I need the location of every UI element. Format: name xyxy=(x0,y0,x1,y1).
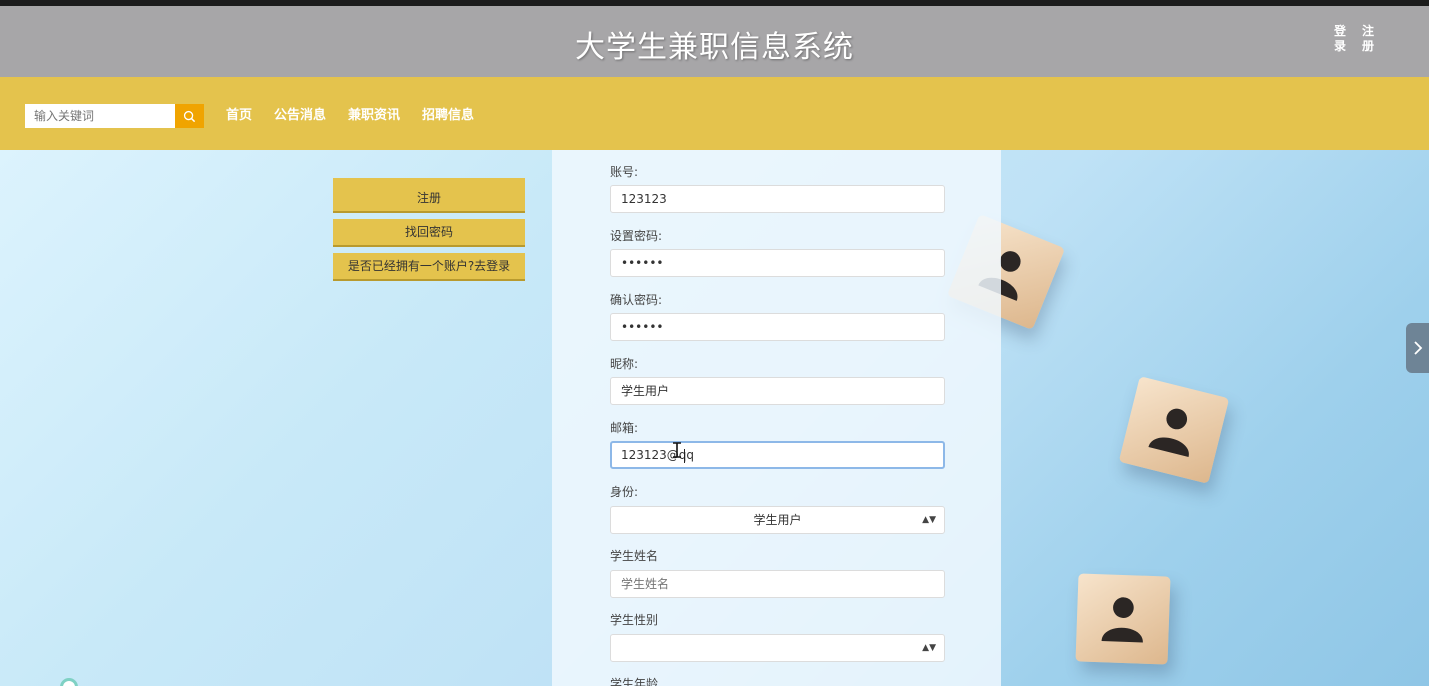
background-cube xyxy=(1118,376,1230,484)
updown-arrow-icon: ▲▼ xyxy=(922,515,936,525)
age-label: 学生年龄 xyxy=(610,677,659,686)
register-link[interactable]: 注册 xyxy=(1362,24,1374,54)
updown-arrow-icon: ▲▼ xyxy=(922,643,936,653)
nickname-label: 昵称: xyxy=(610,357,639,371)
login-link[interactable]: 登录 xyxy=(1334,24,1346,54)
email-input[interactable]: 123123@qq xyxy=(610,441,945,469)
site-header: 大学生兼职信息系统 登录 注册 xyxy=(0,6,1429,77)
register-form: 账号: 123123 设置密码: •••••• 确认密码: •••••• 昵称:… xyxy=(552,150,1001,686)
account-input[interactable]: 123123 xyxy=(610,185,945,213)
gender-select[interactable]: ▲▼ xyxy=(610,634,945,662)
gender-label: 学生性别 xyxy=(610,613,659,627)
search-input[interactable] xyxy=(25,104,175,128)
role-select[interactable]: 学生用户 ▲▼ xyxy=(610,506,945,534)
confirm-password-input[interactable]: •••••• xyxy=(610,313,945,341)
confirm-password-label: 确认密码: xyxy=(610,293,663,307)
search-icon xyxy=(183,110,196,122)
role-select-value: 学生用户 xyxy=(753,513,802,527)
student-name-label: 学生姓名 xyxy=(610,549,659,563)
site-title: 大学生兼职信息系统 xyxy=(575,30,854,65)
text-cursor-icon xyxy=(673,442,681,458)
search-button[interactable] xyxy=(175,104,204,128)
password-input[interactable]: •••••• xyxy=(610,249,945,277)
nav-menu: 首页 公告消息 兼职资讯 招聘信息 xyxy=(226,104,474,128)
account-label: 账号: xyxy=(610,165,639,179)
student-name-input[interactable] xyxy=(610,570,945,598)
auth-links: 登录 注册 xyxy=(1334,24,1374,54)
nav-item-home[interactable]: 首页 xyxy=(226,104,252,128)
nav-item-announcements[interactable]: 公告消息 xyxy=(274,104,326,128)
main-content: 注册 找回密码 是否已经拥有一个账户?去登录 账号: 123123 设置密码: … xyxy=(0,150,1429,686)
password-label: 设置密码: xyxy=(610,229,663,243)
background-cube xyxy=(1075,573,1171,665)
email-label: 邮箱: xyxy=(610,421,639,435)
chevron-right-icon xyxy=(1413,341,1422,355)
recover-password-button[interactable]: 找回密码 xyxy=(333,219,525,247)
nickname-input[interactable]: 学生用户 xyxy=(610,377,945,405)
nav-item-parttime-news[interactable]: 兼职资讯 xyxy=(348,104,400,128)
register-button[interactable]: 注册 xyxy=(333,178,525,213)
go-login-button[interactable]: 是否已经拥有一个账户?去登录 xyxy=(333,253,525,281)
text-caret xyxy=(684,449,685,463)
side-expand-tab[interactable] xyxy=(1406,323,1429,373)
side-actions: 注册 找回密码 是否已经拥有一个账户?去登录 xyxy=(333,178,525,287)
main-navbar: 首页 公告消息 兼职资讯 招聘信息 xyxy=(0,77,1429,150)
role-label: 身份: xyxy=(610,485,639,499)
nav-item-recruitment[interactable]: 招聘信息 xyxy=(422,104,474,128)
